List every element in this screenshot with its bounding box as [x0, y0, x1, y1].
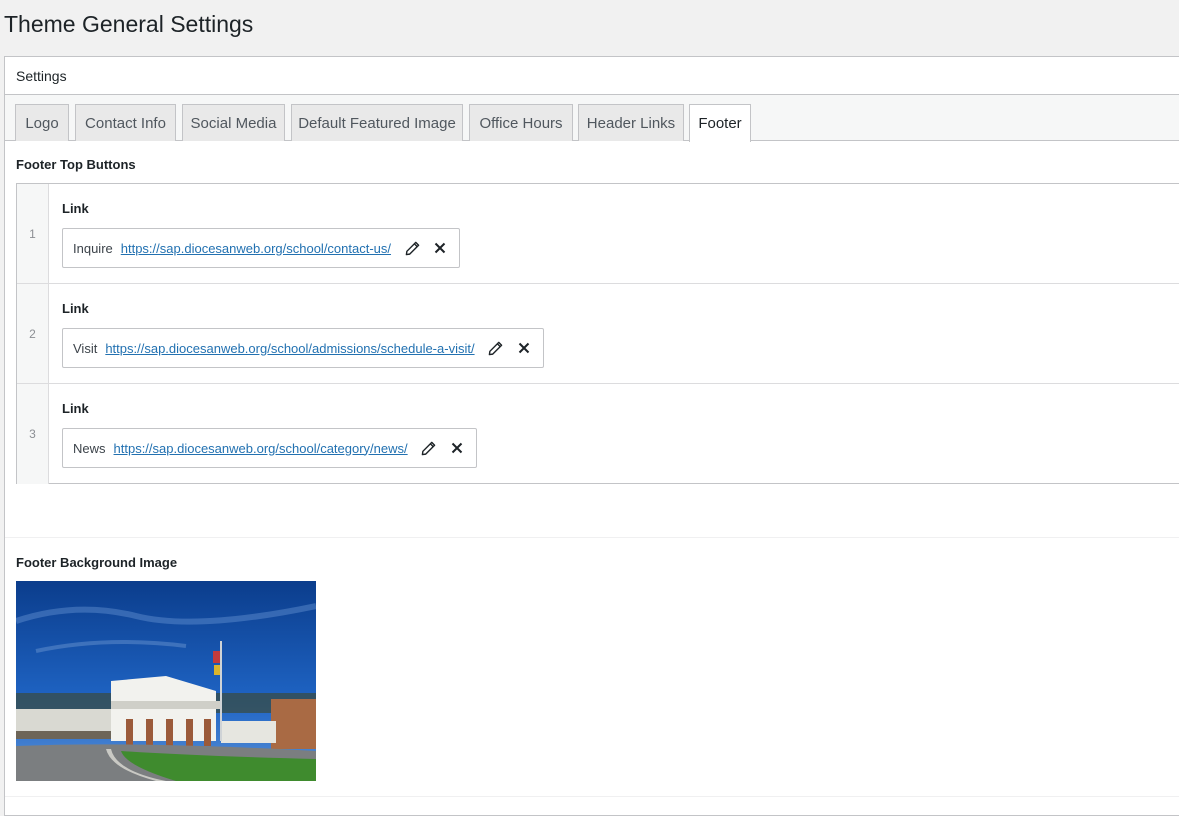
- school-building-photo: [16, 581, 316, 781]
- repeater-row: 2 Link Visit https://sap.diocesanweb.org…: [17, 284, 1179, 384]
- link-title: Visit: [73, 340, 98, 356]
- row-drag-handle[interactable]: 2: [17, 284, 49, 383]
- tab-contact-info[interactable]: Contact Info: [75, 104, 176, 141]
- footer-background-image-preview[interactable]: [16, 581, 316, 781]
- pencil-icon[interactable]: [403, 239, 421, 257]
- link-url[interactable]: https://sap.diocesanweb.org/school/categ…: [114, 441, 408, 456]
- repeater-row: 3 Link News https://sap.diocesanweb.org/…: [17, 384, 1179, 484]
- pencil-icon[interactable]: [420, 439, 438, 457]
- repeater-row: 1 Link Inquire https://sap.diocesanweb.o…: [17, 184, 1179, 284]
- link-sub-label: Link: [62, 201, 89, 216]
- row-drag-handle[interactable]: 1: [17, 184, 49, 283]
- row-drag-handle[interactable]: 3: [17, 384, 49, 484]
- footer-top-buttons-label: Footer Top Buttons: [16, 157, 136, 172]
- link-sub-label: Link: [62, 301, 89, 316]
- panel-header: Settings: [5, 57, 1179, 95]
- close-icon[interactable]: [448, 439, 466, 457]
- close-icon[interactable]: [431, 239, 449, 257]
- tab-footer[interactable]: Footer: [689, 104, 751, 142]
- link-url[interactable]: https://sap.diocesanweb.org/school/admis…: [105, 341, 474, 356]
- settings-panel: Settings Logo Contact Info Social Media …: [4, 56, 1179, 816]
- link-field: Inquire https://sap.diocesanweb.org/scho…: [62, 228, 461, 268]
- tab-default-featured-image[interactable]: Default Featured Image: [291, 104, 463, 141]
- link-field: News https://sap.diocesanweb.org/school/…: [62, 428, 477, 468]
- page-title: Theme General Settings: [4, 11, 254, 37]
- tab-social-media[interactable]: Social Media: [182, 104, 285, 141]
- tab-logo[interactable]: Logo: [15, 104, 69, 141]
- field-divider: [5, 537, 1179, 538]
- pencil-icon[interactable]: [487, 339, 505, 357]
- tab-bar: Logo Contact Info Social Media Default F…: [5, 95, 1179, 142]
- footer-background-image-label: Footer Background Image: [16, 555, 178, 570]
- link-field: Visit https://sap.diocesanweb.org/school…: [62, 328, 544, 368]
- link-title: News: [73, 440, 106, 456]
- panel-title: Settings: [16, 67, 67, 84]
- footer-top-buttons-repeater: 1 Link Inquire https://sap.diocesanweb.o…: [16, 183, 1179, 484]
- field-divider: [5, 796, 1179, 797]
- tab-header-links[interactable]: Header Links: [578, 104, 684, 141]
- link-url[interactable]: https://sap.diocesanweb.org/school/conta…: [121, 241, 391, 256]
- link-title: Inquire: [73, 240, 113, 256]
- tab-office-hours[interactable]: Office Hours: [469, 104, 573, 141]
- close-icon[interactable]: [515, 339, 533, 357]
- link-sub-label: Link: [62, 401, 89, 416]
